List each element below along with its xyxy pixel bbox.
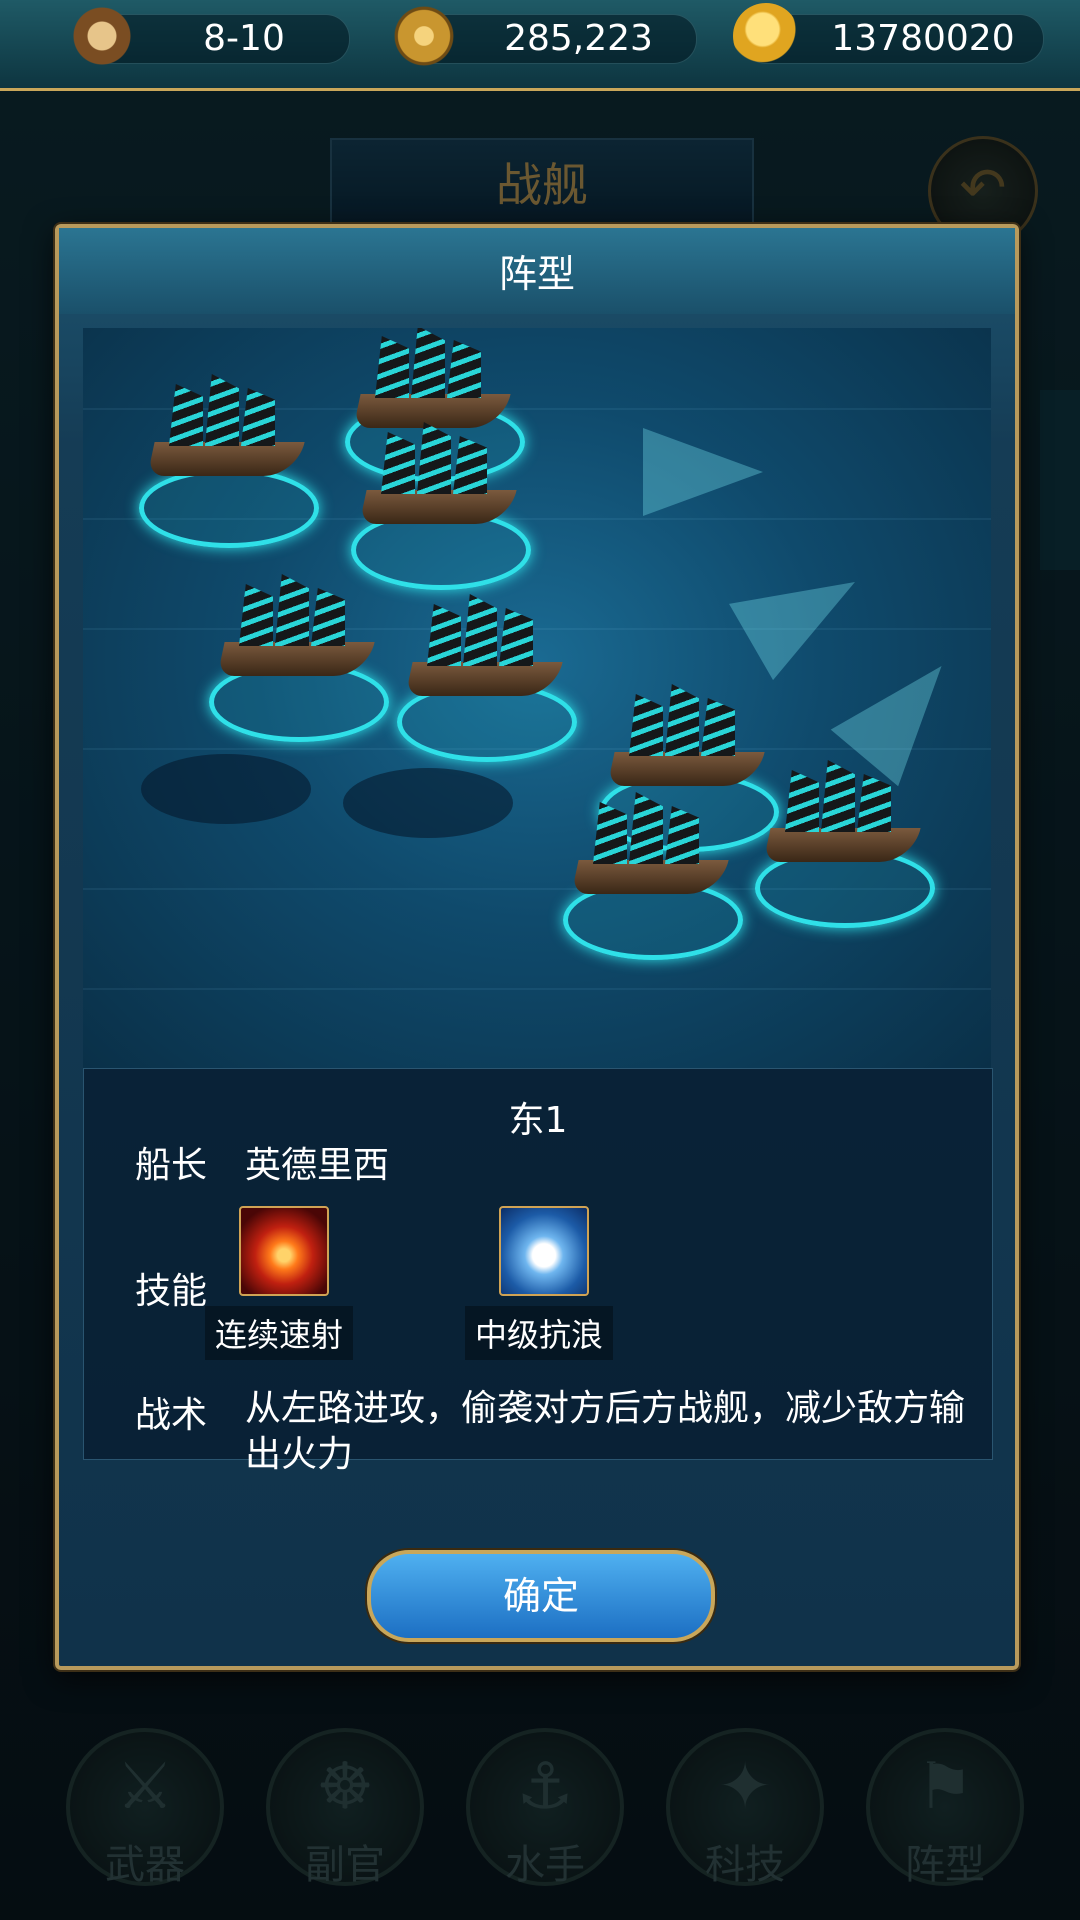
dialog-title: 阵型 bbox=[498, 252, 575, 296]
anchor-coin-icon bbox=[733, 3, 799, 69]
formation-dialog: 阵型 东1 船长 英德里西 技能 连续速射 中级抗浪 战术 从左路进攻，偷袭对方… bbox=[55, 224, 1019, 1670]
confirm-button-label: 确定 bbox=[502, 1574, 579, 1618]
skill-name: 中级抗浪 bbox=[465, 1306, 614, 1360]
formation-map bbox=[83, 328, 991, 1068]
warship[interactable] bbox=[397, 592, 567, 702]
warship[interactable] bbox=[563, 790, 733, 900]
direction-arrow bbox=[729, 543, 877, 681]
compass-counter-value: 285,223 bbox=[504, 18, 653, 59]
empty-formation-slot[interactable] bbox=[343, 768, 513, 838]
time-counter-value: 8-10 bbox=[203, 18, 285, 59]
warship[interactable] bbox=[351, 420, 521, 530]
confirm-button[interactable]: 确定 bbox=[367, 1550, 715, 1642]
warship[interactable] bbox=[599, 682, 769, 792]
wave-resist-skill-icon[interactable] bbox=[499, 1206, 589, 1296]
warship[interactable] bbox=[755, 758, 925, 868]
resource-bar: 8-10 285,223 13780020 bbox=[0, 0, 1080, 91]
warship[interactable] bbox=[209, 572, 379, 682]
tactic-label: 战术 bbox=[135, 1395, 208, 1436]
tactic-description: 从左路进攻，偷袭对方后方战舰，减少敌方输出火力 bbox=[245, 1388, 966, 1475]
hourglass-icon bbox=[69, 3, 135, 69]
time-counter[interactable]: 8-10 bbox=[69, 3, 350, 69]
direction-arrow bbox=[643, 428, 763, 516]
compass-counter[interactable]: 285,223 bbox=[391, 3, 697, 69]
skill-name: 连续速射 bbox=[205, 1306, 354, 1360]
warship[interactable] bbox=[139, 372, 309, 482]
skill-label: 技能 bbox=[135, 1271, 208, 1312]
captain-label: 船长 bbox=[135, 1145, 208, 1186]
compass-icon bbox=[391, 3, 457, 69]
captain-value: 英德里西 bbox=[245, 1145, 390, 1186]
ship-name: 东1 bbox=[508, 1100, 568, 1141]
rapid-fire-skill-icon[interactable] bbox=[239, 1206, 329, 1296]
gold-counter[interactable]: 13780020 bbox=[733, 3, 1044, 69]
gold-counter-value: 13780020 bbox=[831, 18, 1015, 59]
empty-formation-slot[interactable] bbox=[141, 754, 311, 824]
warship[interactable] bbox=[345, 328, 515, 434]
